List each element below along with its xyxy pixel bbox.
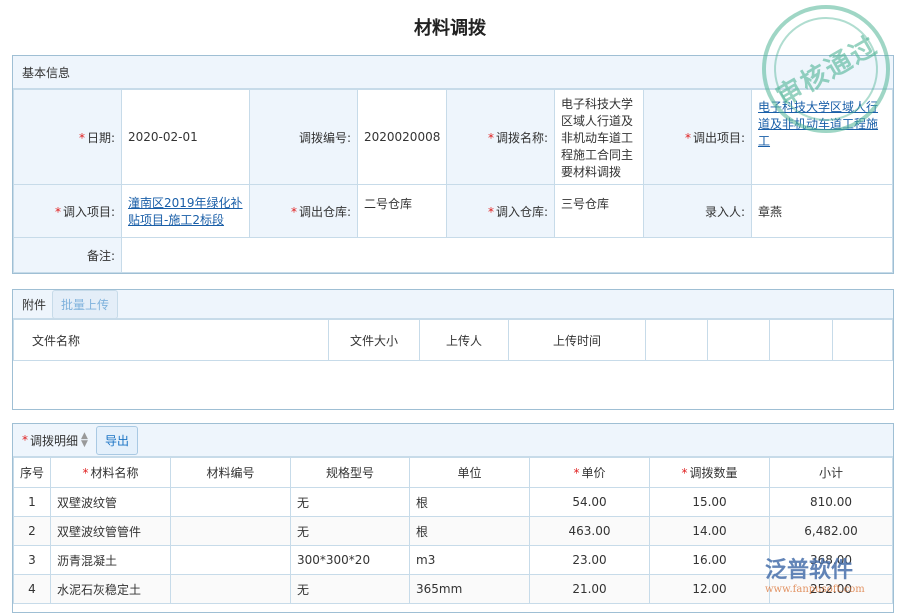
cell-序号: 4 — [14, 575, 51, 604]
cell-材料名称: 双壁波纹管管件 — [51, 517, 171, 546]
out-project-label: *调出项目: — [644, 90, 752, 185]
col-upload-time: 上传时间 — [509, 320, 646, 361]
cell-调拨数量: 16.00 — [650, 546, 770, 575]
detail-panel: *调拨明细▲▼导出 序号 *材料名称 材料编号 规格型号 单位 *单价 *调拨数… — [12, 423, 894, 613]
cell-调拨数量: 15.00 — [650, 488, 770, 517]
sort-icon[interactable]: ▲▼ — [81, 432, 88, 448]
col-subtotal: 小计 — [770, 458, 893, 488]
cell-调拨数量: 12.00 — [650, 575, 770, 604]
out-warehouse-value: 二号仓库 — [358, 185, 447, 238]
no-value: 2020020008 — [358, 90, 447, 185]
col-file-name: 文件名称 — [14, 320, 329, 361]
basic-info-panel: 基本信息 *日期: 2020-02-01 调拨编号: 2020020008 *调… — [12, 55, 894, 274]
remark-value[interactable] — [122, 238, 893, 273]
cell-序号: 1 — [14, 488, 51, 517]
cell-规格型号: 300*300*20 — [291, 546, 410, 575]
cell-序号: 3 — [14, 546, 51, 575]
name-value: 电子科技大学区域人行道及非机动车道工程施工合同主要材料调拨 — [555, 90, 644, 185]
table-row[interactable]: 3沥青混凝土300*300*20m323.0016.00368.00 — [14, 546, 893, 575]
no-label: 调拨编号: — [250, 90, 358, 185]
date-value: 2020-02-01 — [122, 90, 250, 185]
cell-单价: 21.00 — [530, 575, 650, 604]
cell-单位: m3 — [410, 546, 530, 575]
cell-规格型号: 无 — [291, 575, 410, 604]
cell-单价: 463.00 — [530, 517, 650, 546]
col-file-size: 文件大小 — [329, 320, 420, 361]
table-row[interactable]: 1双壁波纹管 无根54.0015.00810.00 — [14, 488, 893, 517]
col-seq: 序号 — [14, 458, 51, 488]
date-label: *日期: — [14, 90, 122, 185]
cell-材料名称: 水泥石灰稳定土 — [51, 575, 171, 604]
table-row[interactable]: 4水泥石灰稳定土无365mm21.0012.00252.00 — [14, 575, 893, 604]
cell-规格型号: 无 — [291, 488, 410, 517]
detail-header: 调拨明细 — [30, 432, 78, 449]
cell-调拨数量: 14.00 — [650, 517, 770, 546]
col-material-code: 材料编号 — [171, 458, 291, 488]
cell-规格型号: 无 — [291, 517, 410, 546]
batch-upload-button[interactable]: 批量上传 — [52, 290, 118, 319]
in-project-label: *调入项目: — [14, 185, 122, 238]
cell-单价: 54.00 — [530, 488, 650, 517]
entry-value: 章燕 — [752, 185, 893, 238]
col-qty: *调拨数量 — [650, 458, 770, 488]
cell-单位: 根 — [410, 488, 530, 517]
page-title: 材料调拨 — [0, 14, 900, 40]
cell-材料编号 — [171, 517, 291, 546]
cell-序号: 2 — [14, 517, 51, 546]
col-unit: 单位 — [410, 458, 530, 488]
brand-logo: 泛普软件www.fanpusoft.com — [765, 552, 865, 595]
cell-小计: 810.00 — [770, 488, 893, 517]
cell-材料编号 — [171, 546, 291, 575]
attachment-header: 附件 — [22, 296, 46, 313]
out-warehouse-label: *调出仓库: — [250, 185, 358, 238]
cell-单位: 365mm — [410, 575, 530, 604]
cell-材料编号 — [171, 575, 291, 604]
export-button[interactable]: 导出 — [96, 426, 138, 455]
col-spec: 规格型号 — [291, 458, 410, 488]
cell-单价: 23.00 — [530, 546, 650, 575]
col-price: *单价 — [530, 458, 650, 488]
col-material-name: *材料名称 — [51, 458, 171, 488]
in-warehouse-label: *调入仓库: — [447, 185, 555, 238]
in-project-link[interactable]: 潼南区2019年绿化补贴项目-施工2标段 — [128, 196, 243, 227]
name-label: *调拨名称: — [447, 90, 555, 185]
cell-小计: 6,482.00 — [770, 517, 893, 546]
remark-label: 备注: — [14, 238, 122, 273]
cell-单位: 根 — [410, 517, 530, 546]
in-warehouse-value: 三号仓库 — [555, 185, 644, 238]
entry-label: 录入人: — [644, 185, 752, 238]
table-row[interactable]: 2双壁波纹管管件 无根463.0014.006,482.00 — [14, 517, 893, 546]
attachment-panel: 附件批量上传 文件名称 文件大小 上传人 上传时间 — [12, 289, 894, 410]
cell-材料名称: 双壁波纹管 — [51, 488, 171, 517]
col-uploader: 上传人 — [420, 320, 509, 361]
cell-材料编号 — [171, 488, 291, 517]
cell-材料名称: 沥青混凝土 — [51, 546, 171, 575]
